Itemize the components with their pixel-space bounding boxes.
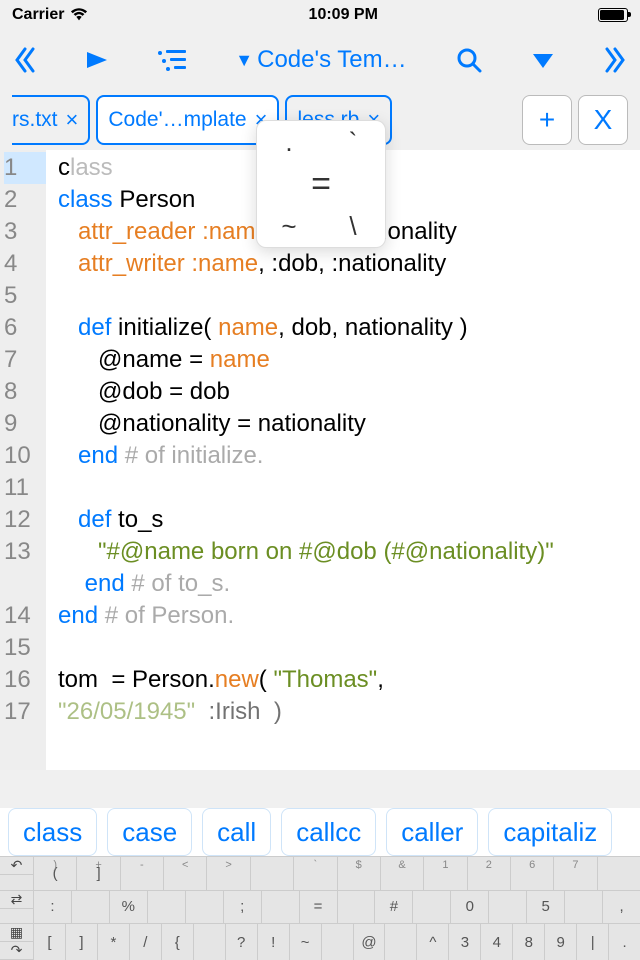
add-tab-button[interactable]: + xyxy=(522,95,572,145)
kbd-side-icon[interactable]: ↷ xyxy=(0,942,33,960)
close-icon[interactable]: × xyxy=(66,107,79,133)
suggestion[interactable]: caller xyxy=(386,808,478,856)
kbd-key[interactable] xyxy=(251,857,294,890)
kbd-key[interactable] xyxy=(72,891,110,924)
kbd-key[interactable]: , xyxy=(603,891,640,924)
keyboard[interactable]: ↶)(+]-<> `$&1267 ⇄:%; = #0 5, ▦↷[]*/{?!~ @ ^34… xyxy=(0,856,640,960)
tab-label: Code'…mplate xyxy=(108,108,246,132)
kbd-key[interactable]: [ xyxy=(34,924,66,960)
kbd-key[interactable]: | xyxy=(577,924,609,960)
kbd-key[interactable]: ` xyxy=(294,857,337,890)
kbd-key[interactable] xyxy=(322,924,354,960)
tab-0[interactable]: rs.txt × xyxy=(12,95,90,145)
kbd-key[interactable]: 2 xyxy=(468,857,511,890)
chevron-down-icon: ▼ xyxy=(235,50,253,71)
suggestion[interactable]: class xyxy=(8,808,97,856)
kbd-key[interactable]: ^ xyxy=(417,924,449,960)
kbd-key[interactable]: & xyxy=(381,857,424,890)
kbd-key[interactable] xyxy=(148,891,186,924)
kbd-key[interactable] xyxy=(186,891,224,924)
kbd-key[interactable]: 6 xyxy=(511,857,554,890)
play-button[interactable] xyxy=(85,50,109,70)
toolbar: ▼ Code's Tem… xyxy=(0,30,640,90)
kbd-key[interactable]: ? xyxy=(226,924,258,960)
popup-dot[interactable]: . xyxy=(257,121,321,163)
back-button[interactable] xyxy=(14,47,36,73)
kbd-key[interactable] xyxy=(489,891,527,924)
title-dropdown[interactable]: ▼ Code's Tem… xyxy=(235,46,406,74)
list-icon xyxy=(158,49,186,71)
kbd-key[interactable]: > xyxy=(207,857,250,890)
popup-equals[interactable]: = xyxy=(257,163,385,205)
kbd-key[interactable] xyxy=(565,891,603,924)
kbd-key[interactable]: # xyxy=(375,891,413,924)
kbd-key[interactable]: 3 xyxy=(449,924,481,960)
kbd-side-icon[interactable]: ↶ xyxy=(0,857,33,875)
carrier-label: Carrier xyxy=(12,6,64,24)
kbd-key[interactable]: @ xyxy=(354,924,386,960)
kbd-key[interactable]: { xyxy=(162,924,194,960)
kbd-key[interactable]: : xyxy=(34,891,72,924)
kbd-key[interactable]: 1 xyxy=(424,857,467,890)
kbd-key[interactable]: ! xyxy=(258,924,290,960)
popup-tilde[interactable]: ~ xyxy=(257,205,321,247)
suggestion[interactable]: capitaliz xyxy=(488,808,612,856)
search-button[interactable] xyxy=(456,47,482,73)
kbd-key[interactable]: 4 xyxy=(481,924,513,960)
kbd-key[interactable]: +] xyxy=(77,857,120,890)
suggestion[interactable]: case xyxy=(107,808,192,856)
suggestion[interactable]: call xyxy=(202,808,271,856)
status-bar: Carrier 10:09 PM xyxy=(0,0,640,30)
kbd-key[interactable]: ; xyxy=(224,891,262,924)
suggestion[interactable]: callcc xyxy=(281,808,376,856)
list-button[interactable] xyxy=(158,49,186,71)
tab-label: rs.txt xyxy=(12,108,58,132)
kbd-key[interactable]: % xyxy=(110,891,148,924)
wifi-icon xyxy=(70,8,88,22)
kbd-side-icon[interactable]: ▦ xyxy=(0,924,33,942)
kbd-key[interactable] xyxy=(413,891,451,924)
symbol-popup[interactable]: . ` = ~ \ xyxy=(256,120,386,248)
document-title: Code's Tem… xyxy=(257,46,407,74)
kbd-key[interactable]: 8 xyxy=(513,924,545,960)
forward-button[interactable] xyxy=(604,47,626,73)
suggestion-bar: class case call callcc caller capitaliz xyxy=(0,808,640,856)
kbd-key[interactable]: $ xyxy=(338,857,381,890)
kbd-key[interactable]: )( xyxy=(34,857,77,890)
kbd-side-icon[interactable]: ⇄ xyxy=(0,891,33,909)
kbd-key[interactable] xyxy=(194,924,226,960)
kbd-key[interactable]: ~ xyxy=(290,924,322,960)
clock: 10:09 PM xyxy=(309,6,378,24)
kbd-key[interactable]: 9 xyxy=(545,924,577,960)
popup-backtick[interactable]: ` xyxy=(321,121,385,163)
kbd-key[interactable]: - xyxy=(121,857,164,890)
kbd-key[interactable]: < xyxy=(164,857,207,890)
popup-backslash[interactable]: \ xyxy=(321,205,385,247)
kbd-key[interactable] xyxy=(385,924,417,960)
kbd-key[interactable]: 7 xyxy=(554,857,597,890)
kbd-key[interactable]: . xyxy=(609,924,640,960)
battery-icon xyxy=(598,8,628,22)
kbd-key[interactable]: / xyxy=(130,924,162,960)
dropdown-button[interactable] xyxy=(531,50,555,70)
kbd-key[interactable]: 0 xyxy=(451,891,489,924)
line-gutter: 1 234 567 8910 111213 1415 1617 xyxy=(0,150,46,770)
tab-1[interactable]: Code'…mplate × xyxy=(96,95,279,145)
kbd-key[interactable]: ] xyxy=(66,924,98,960)
kbd-key[interactable] xyxy=(598,857,640,890)
kbd-key[interactable]: 5 xyxy=(527,891,565,924)
kbd-key[interactable] xyxy=(262,891,300,924)
close-all-button[interactable]: X xyxy=(578,95,628,145)
kbd-key[interactable] xyxy=(338,891,376,924)
kbd-key[interactable]: = xyxy=(300,891,338,924)
kbd-key[interactable]: * xyxy=(98,924,130,960)
